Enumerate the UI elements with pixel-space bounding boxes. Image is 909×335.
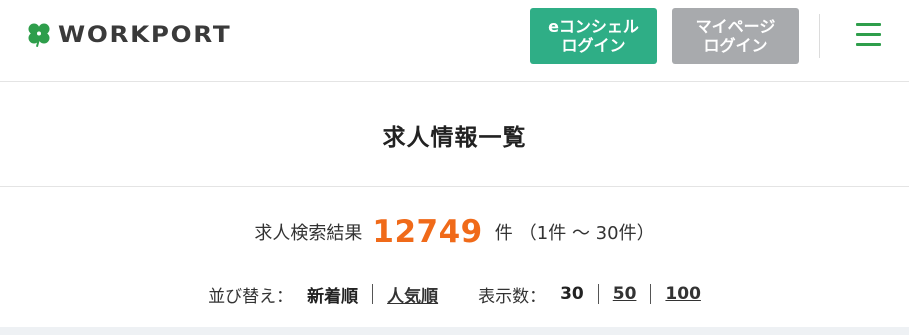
sort-option-popular[interactable]: 人気順 (387, 282, 438, 307)
mypage-login-label-line1: マイページ (695, 17, 776, 36)
mypage-login-label-line2: ログイン (703, 36, 768, 55)
menu-bar (856, 33, 881, 36)
display-count-30[interactable]: 30 (560, 284, 584, 304)
page-title: 求人情報一覧 (382, 124, 527, 151)
menu-bar (856, 43, 881, 46)
results-unit: 件 (494, 223, 513, 244)
display-count-50[interactable]: 50 (613, 284, 637, 304)
separator (372, 284, 374, 304)
econcierge-login-label-line2: ログイン (561, 36, 626, 55)
display-count-label: 表示数： (478, 286, 547, 307)
sort-and-display-bar: 並び替え： 新着順 人気順 表示数： 30 50 100 (0, 280, 909, 308)
logo-text: WORKPORT (58, 22, 232, 48)
sort-option-newest[interactable]: 新着順 (307, 282, 358, 307)
econcierge-login-label-line1: eコンシェル (548, 17, 639, 36)
results-count: 12749 (372, 214, 483, 250)
results-range: （1件 〜 30件） (518, 223, 655, 244)
mypage-login-button[interactable]: マイページ ログイン (672, 8, 799, 64)
econcierge-login-button[interactable]: eコンシェル ログイン (530, 8, 657, 64)
menu-bar (856, 23, 881, 26)
sort-label: 並び替え： (208, 286, 294, 307)
content-background-strip (0, 327, 909, 335)
hamburger-menu-icon[interactable] (856, 22, 881, 48)
separator (597, 284, 599, 304)
site-header: WORKPORT eコンシェル ログイン マイページ ログイン (0, 0, 909, 82)
workport-logo[interactable]: WORKPORT (26, 20, 230, 50)
title-band: 求人情報一覧 (0, 83, 909, 187)
results-label: 求人検索結果 (254, 223, 363, 244)
display-count-100[interactable]: 100 (665, 284, 701, 304)
search-results-summary: 求人検索結果 12749 件 （1件 〜 30件） (0, 210, 909, 254)
separator (650, 284, 652, 304)
header-divider (819, 14, 820, 58)
clover-icon (28, 23, 50, 47)
